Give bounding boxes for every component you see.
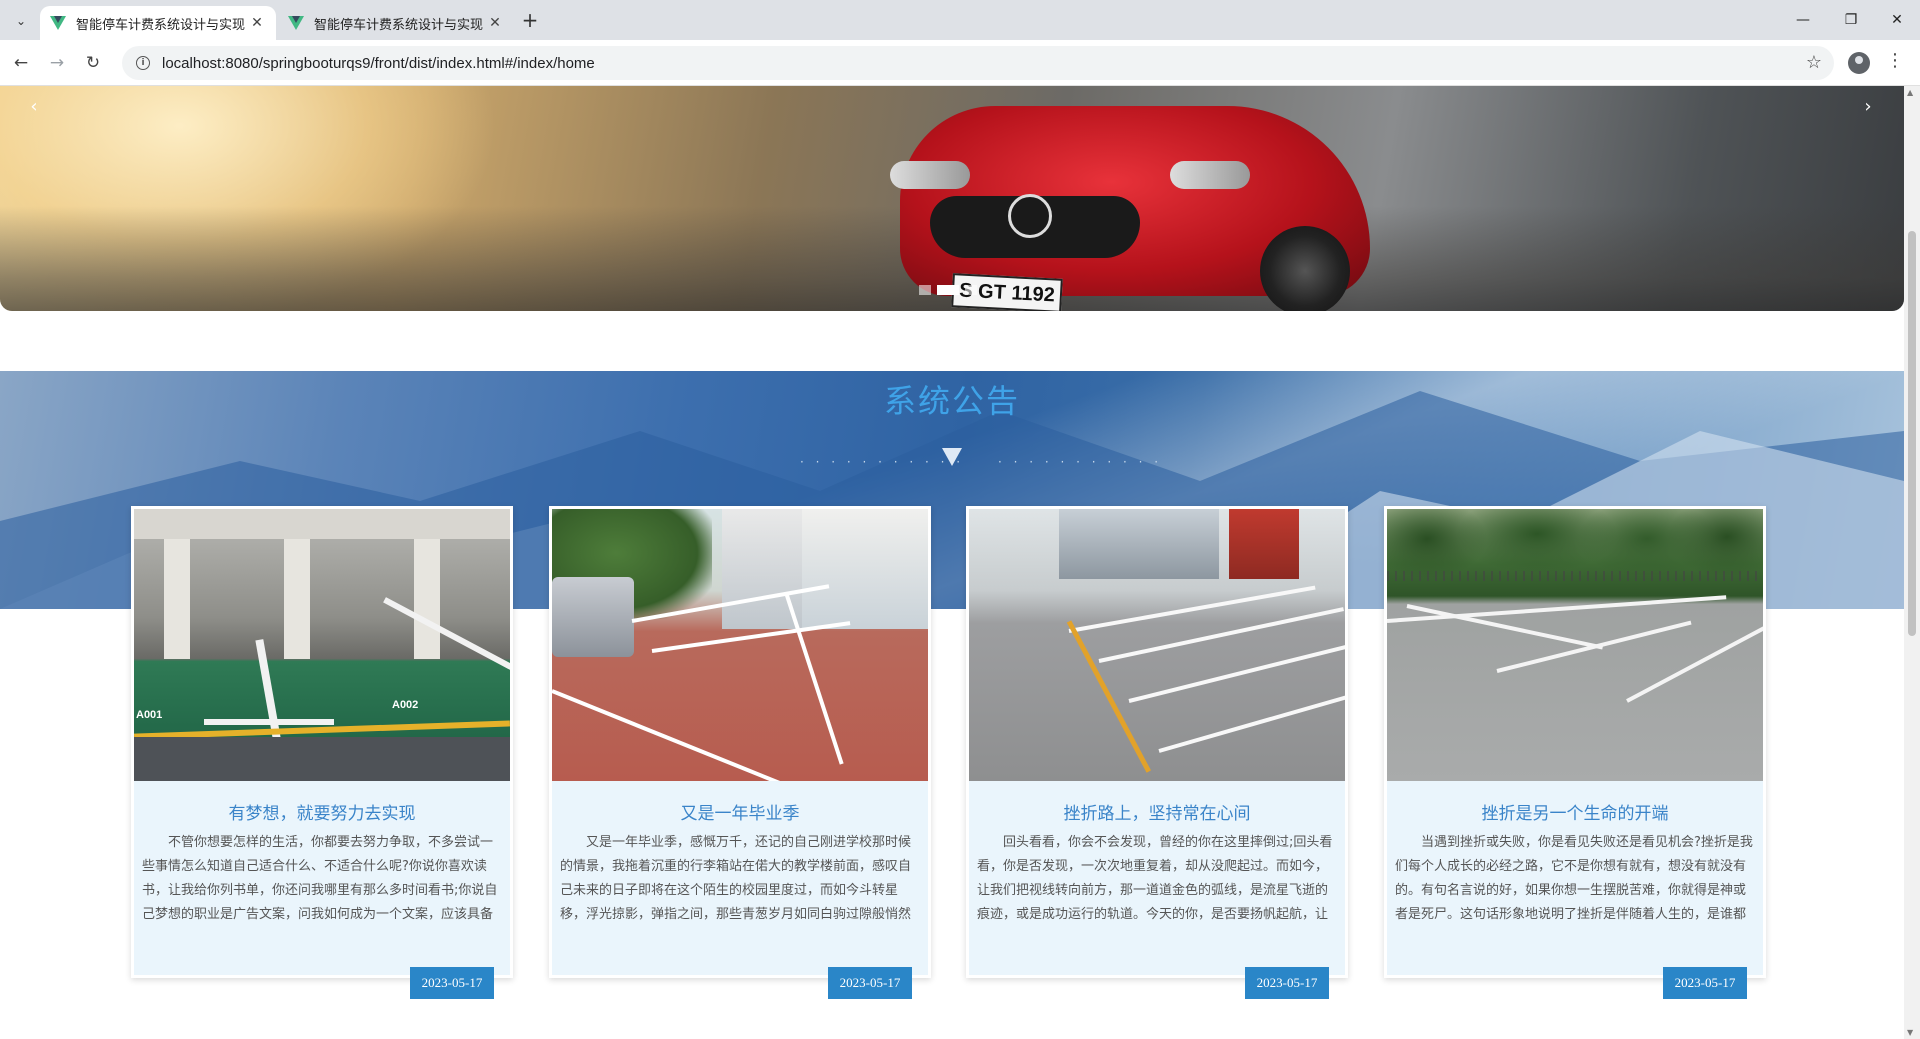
- window-close-icon[interactable]: ✕: [1874, 0, 1920, 40]
- car-wheel: [1260, 226, 1350, 311]
- browser-tab[interactable]: 智能停车计费系统设计与实现 ✕: [278, 6, 514, 40]
- notice-card-title[interactable]: 有梦想，就要努力去实现: [134, 799, 510, 824]
- reload-icon[interactable]: ↻: [80, 50, 106, 76]
- profile-avatar-icon[interactable]: [1848, 52, 1870, 74]
- notice-card-date: 2023-05-17: [1663, 967, 1747, 999]
- divider-dots-right: · · · · · · · · · · ·: [998, 455, 1163, 469]
- divider-dots-left: · · · · · · · · · · ·: [800, 455, 965, 469]
- address-bar[interactable]: i localhost:8080/springbooturqs9/front/d…: [122, 46, 1834, 80]
- divider-arrow-icon: [942, 448, 962, 466]
- lot-building: [1229, 509, 1299, 579]
- banner-car-image: S GT 1192: [880, 86, 1400, 311]
- scroll-up-icon[interactable]: ▲: [1907, 88, 1913, 97]
- notice-card-title[interactable]: 挫折是另一个生命的开端: [1387, 799, 1763, 824]
- tab-title: 智能停车计费系统设计与实现: [314, 17, 484, 33]
- bookmark-star-icon[interactable]: ☆: [1806, 52, 1822, 73]
- carousel-dot[interactable]: [965, 285, 977, 295]
- car-headlight-left: [890, 161, 970, 189]
- url-text: localhost:8080/springbooturqs9/front/dis…: [162, 54, 595, 72]
- tab-title: 智能停车计费系统设计与实现: [76, 17, 246, 33]
- notice-card[interactable]: 挫折是另一个生命的开端 当遇到挫折或失败，你是看见失败还是看见机会?挫折是我们每…: [1384, 506, 1766, 999]
- carousel-indicators: [919, 285, 977, 295]
- parking-line: [383, 597, 510, 687]
- notice-section-title: 系统公告: [883, 382, 1020, 420]
- lot-stripe: [1387, 595, 1727, 623]
- spot-label: A001: [136, 709, 163, 721]
- scroll-down-icon[interactable]: ▼: [1907, 1028, 1913, 1037]
- garage-floor: [134, 737, 510, 781]
- notice-card-date: 2023-05-17: [1245, 967, 1329, 999]
- notice-card-image[interactable]: A001 A002: [134, 509, 510, 781]
- notice-card[interactable]: A001 A002 有梦想，就要努力去实现 不管你想要怎样的生活，你都要去努力争…: [131, 506, 513, 999]
- browser-toolbar: ← → ↻ i localhost:8080/springbooturqs9/f…: [0, 40, 1920, 86]
- browser-tab-active[interactable]: 智能停车计费系统设计与实现 ✕: [40, 6, 276, 40]
- banner-carousel: S GT 1192 ‹ ›: [0, 86, 1904, 311]
- lot-stripe: [1068, 585, 1316, 633]
- tab-close-icon[interactable]: ✕: [486, 14, 504, 32]
- tab-search-chevron-icon[interactable]: ⌄: [8, 8, 34, 34]
- minimize-icon[interactable]: —: [1780, 0, 1826, 40]
- notice-card-image[interactable]: [552, 509, 928, 781]
- notice-card-text: 回头看看，你会不会发现，曾经的你在这里摔倒过;回头看看，你是否发现，一次次地重复…: [977, 835, 1333, 922]
- page-scrollbar[interactable]: ▲ ▼: [1904, 86, 1920, 1039]
- lot-building: [1059, 509, 1219, 579]
- notice-card-title[interactable]: 挫折路上，坚持常在心间: [969, 799, 1345, 824]
- back-arrow-icon[interactable]: ←: [8, 50, 34, 76]
- browser-menu-icon[interactable]: ⋮: [1886, 50, 1904, 71]
- road-stripe: [552, 689, 906, 781]
- lot-trees: [1387, 509, 1763, 579]
- notice-card-text: 当遇到挫折或失败，你是看见失败还是看见机会?挫折是我们每个人成长的必经之路，它不…: [1395, 835, 1753, 922]
- parking-line: [204, 719, 334, 725]
- car-logo-icon: [1008, 194, 1052, 238]
- street-van: [552, 577, 634, 657]
- browser-tab-bar: ⌄ 智能停车计费系统设计与实现 ✕ 智能停车计费系统设计与实现 ✕ + — ❐ …: [0, 0, 1920, 40]
- lot-fence: [1387, 571, 1763, 581]
- forward-arrow-icon[interactable]: →: [44, 50, 70, 76]
- restore-icon[interactable]: ❐: [1828, 0, 1874, 40]
- notice-card-date: 2023-05-17: [410, 967, 494, 999]
- garage-pillar: [414, 539, 440, 659]
- garage-pillar: [164, 539, 190, 659]
- vue-favicon-icon: [288, 15, 304, 31]
- notice-card-image[interactable]: [1387, 509, 1763, 781]
- vue-favicon-icon: [50, 15, 66, 31]
- carousel-dot[interactable]: [919, 285, 931, 295]
- notice-card[interactable]: 挫折路上，坚持常在心间 回头看看，你会不会发现，曾经的你在这里摔倒过;回头看看，…: [966, 506, 1348, 999]
- scrollbar-thumb[interactable]: [1908, 231, 1916, 636]
- lot-stripe: [1158, 680, 1345, 753]
- notice-card-date: 2023-05-17: [828, 967, 912, 999]
- new-tab-icon[interactable]: +: [518, 8, 542, 32]
- site-info-icon[interactable]: i: [136, 56, 150, 70]
- lot-stripe: [1626, 624, 1763, 703]
- garage-pillar: [284, 539, 310, 659]
- page-viewport: S GT 1192 ‹ › 系统公告 · · · · · · · · · · ·…: [0, 86, 1920, 1039]
- spot-label: A002: [392, 699, 419, 711]
- carousel-prev-icon[interactable]: ‹: [22, 94, 46, 118]
- notice-card-text: 不管你想要怎样的生活，你都要去努力争取，不多尝试一些事情怎么知道自己适合什么、不…: [142, 835, 498, 922]
- carousel-dot-active[interactable]: [937, 285, 959, 295]
- carousel-next-icon[interactable]: ›: [1856, 94, 1880, 118]
- garage-ceiling: [134, 509, 510, 539]
- street-building: [802, 509, 928, 629]
- notice-card[interactable]: 又是一年毕业季 又是一年毕业季，感慨万千，还记的自己刚进学校那时候的情景，我拖着…: [549, 506, 931, 999]
- notice-card-text: 又是一年毕业季，感慨万千，还记的自己刚进学校那时候的情景，我拖着沉重的行李箱站在…: [560, 835, 912, 922]
- notice-card-title[interactable]: 又是一年毕业季: [552, 799, 928, 824]
- car-headlight-right: [1170, 161, 1250, 189]
- notice-card-image[interactable]: [969, 509, 1345, 781]
- tab-close-icon[interactable]: ✕: [248, 14, 266, 32]
